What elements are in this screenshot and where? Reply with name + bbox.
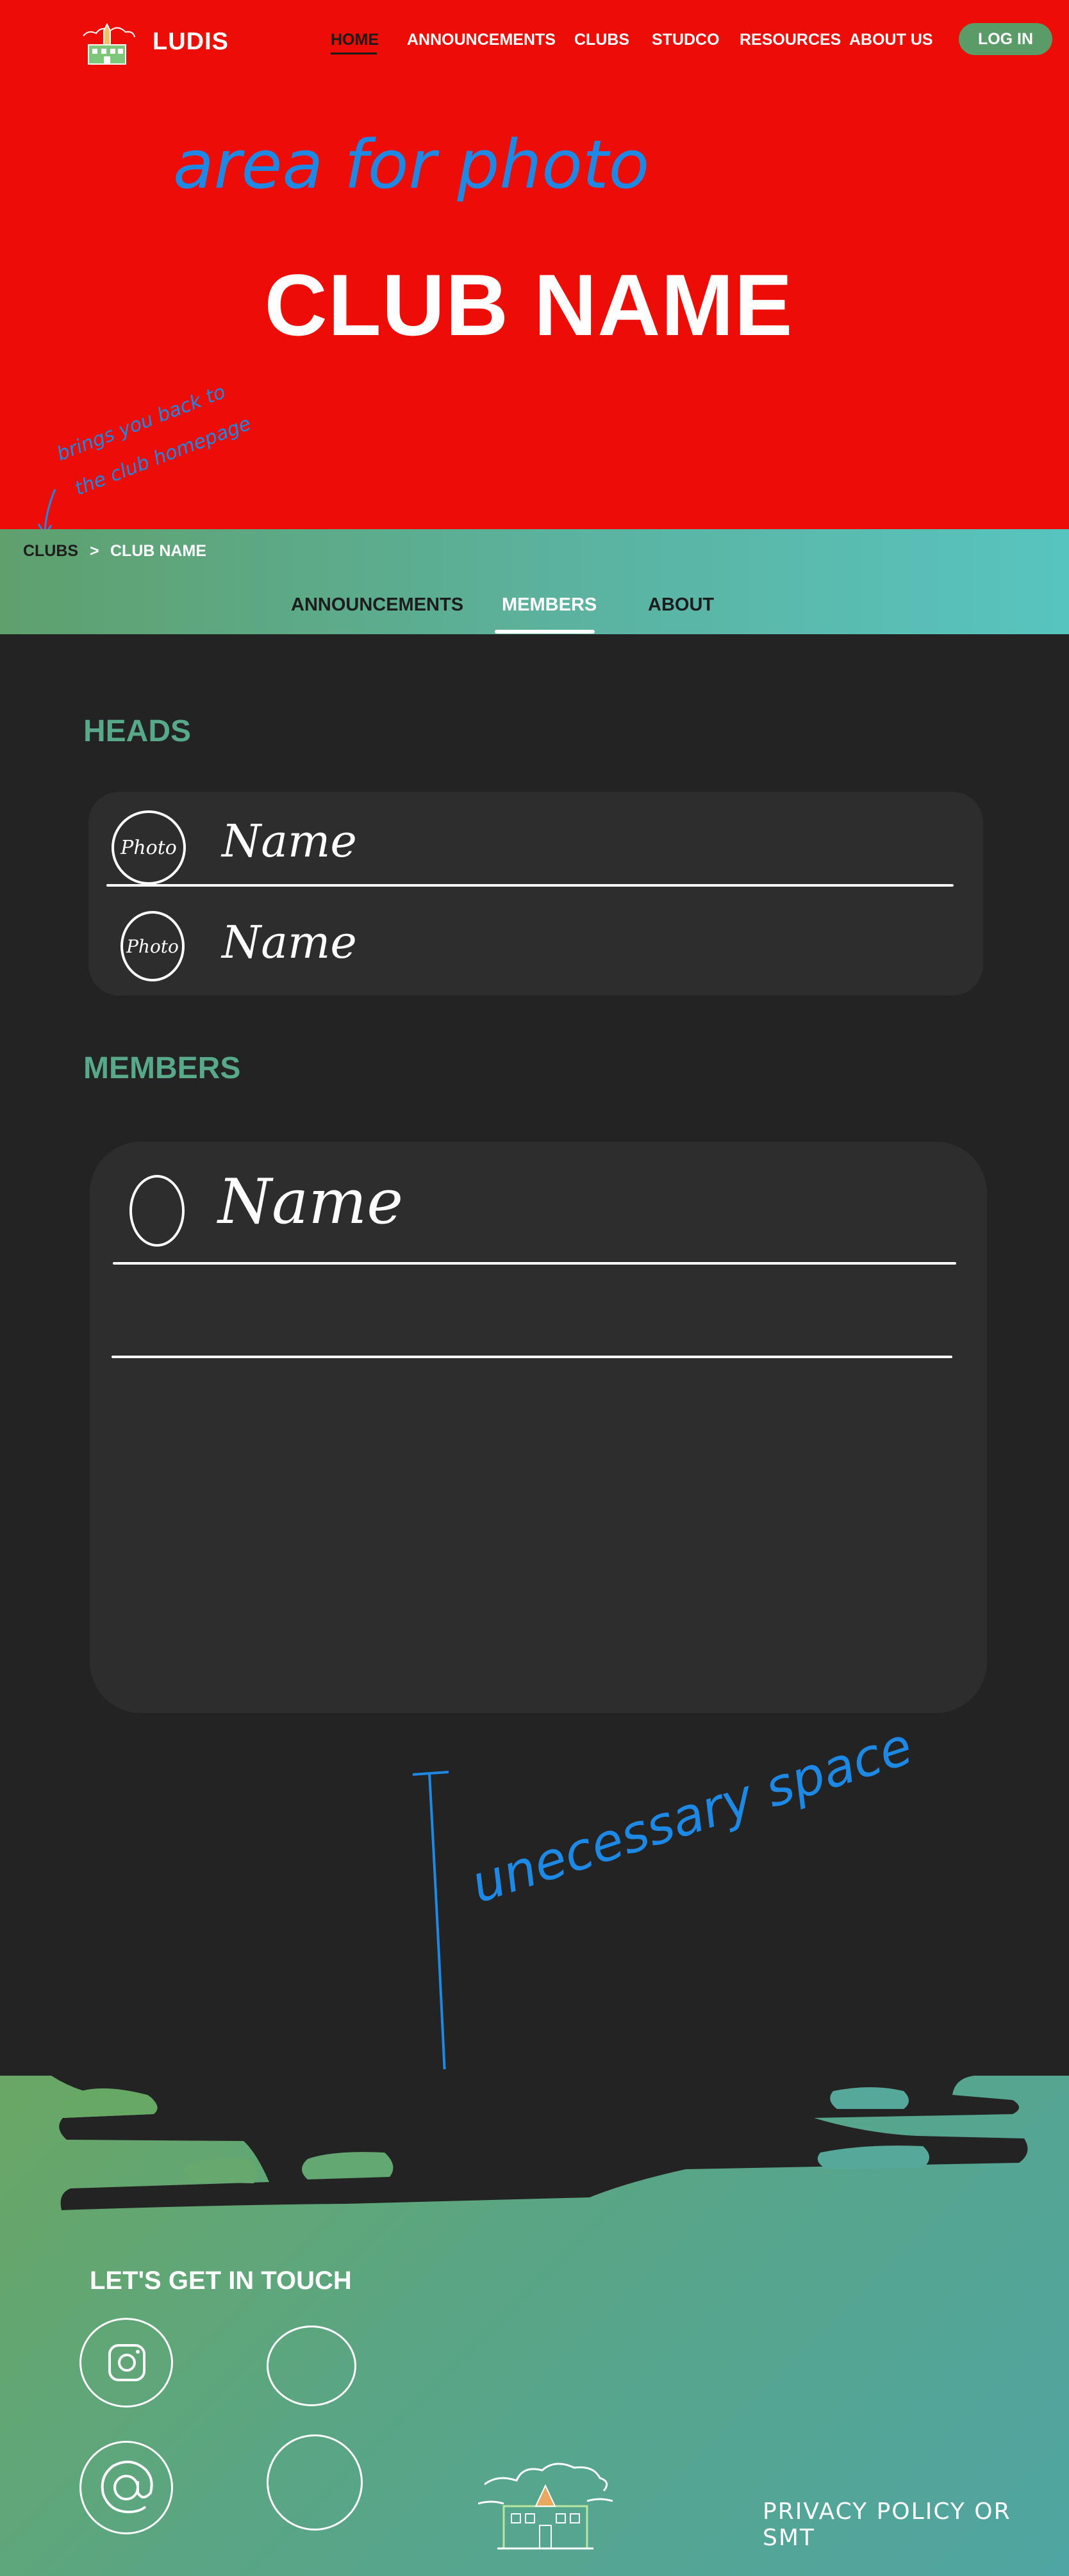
blank-circle-icon[interactable] (267, 2434, 363, 2531)
heads-heading: HEADS (83, 714, 192, 748)
login-button[interactable]: LOG IN (959, 23, 1052, 55)
head-photo-2: Photo (120, 911, 185, 981)
heads-divider (106, 884, 954, 887)
tab-announcements[interactable]: ANNOUNCEMENTS (291, 595, 463, 616)
members-heading: MEMBERS (83, 1051, 241, 1085)
nav-studco[interactable]: STUDCO (652, 31, 720, 49)
brand-name[interactable]: LUDIS (153, 28, 229, 56)
tab-active-underline (495, 630, 595, 634)
member-photo-1 (129, 1175, 185, 1247)
page-title: CLUB NAME (264, 256, 793, 354)
at-sign-icon[interactable] (79, 2441, 173, 2534)
nav-announcements[interactable]: ANNOUNCEMENTS (407, 31, 556, 49)
head-name-2[interactable]: Name (222, 916, 357, 969)
breadcrumb-separator: > (90, 542, 99, 560)
member-name-1[interactable]: Name (218, 1166, 403, 1238)
nav-resources[interactable]: RESOURCES (740, 31, 841, 49)
breadcrumb-current: CLUB NAME (110, 542, 206, 560)
instagram-icon[interactable] (79, 2318, 173, 2408)
nav-clubs[interactable]: CLUBS (574, 31, 629, 49)
photo-area-note: area for photo (173, 126, 650, 204)
space-note: unecessary space (464, 1716, 920, 1915)
nav-home[interactable]: HOME (331, 31, 379, 49)
head-photo-1: Photo (112, 810, 186, 885)
footer-title: LET'S GET IN TOUCH (90, 2267, 352, 2295)
privacy-policy-link[interactable]: PRIVACY POLICY OR SMT (763, 2498, 1069, 2551)
tab-about[interactable]: ABOUT (648, 595, 714, 616)
members-divider-2 (112, 1356, 952, 1358)
tab-members[interactable]: MEMBERS (502, 595, 597, 616)
members-divider-1 (113, 1262, 956, 1265)
school-building-icon (478, 2463, 613, 2550)
head-name-1[interactable]: Name (222, 815, 357, 867)
nav-active-underline (331, 53, 377, 54)
blank-circle-icon[interactable] (267, 2326, 356, 2406)
nav-about-us[interactable]: ABOUT US (849, 31, 933, 49)
breadcrumb-clubs-link[interactable]: CLUBS (23, 542, 78, 561)
school-logo-icon[interactable] (76, 17, 138, 69)
footer-brush-divider (0, 2069, 1069, 2210)
